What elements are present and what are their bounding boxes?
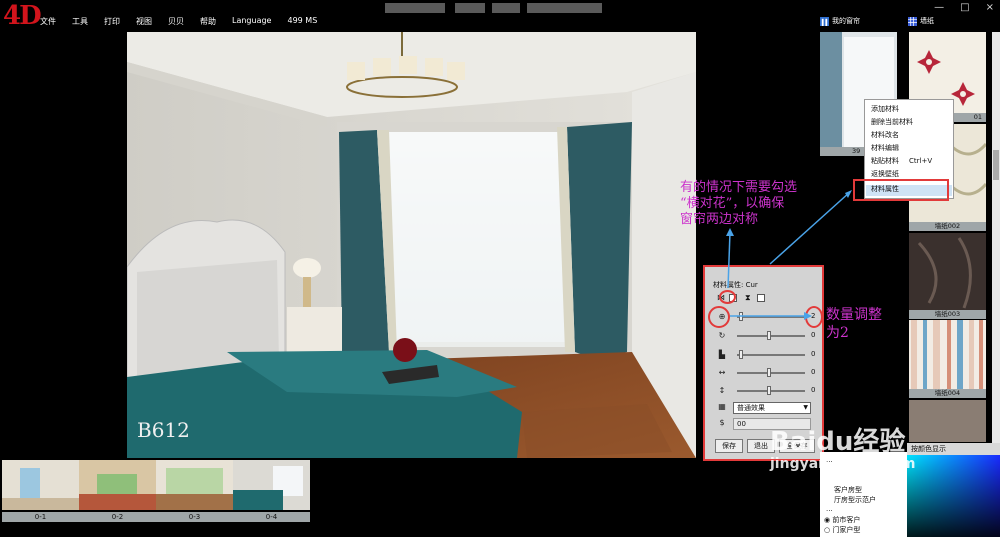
callout-pattern-match: 有的情况下需要勾选 “横对花”，以确保 窗帘两边对称	[680, 180, 815, 228]
baidu-watermark-url: jingyan.baidu.com	[770, 456, 916, 472]
option-item[interactable]: 客户房型	[834, 485, 862, 495]
baidu-watermark: Baidu经验 jingyan.baidu.com	[770, 428, 916, 472]
callout-line: 数量调整	[826, 307, 882, 323]
color-panel-header: 按颜色显示	[907, 443, 1000, 455]
color-picker[interactable]	[907, 455, 1000, 537]
callout-line: “横对花”，以确保	[680, 196, 785, 211]
callout-line: 窗帘两边对称	[680, 212, 759, 227]
callout-quantity: 数量调整 为2	[826, 306, 882, 342]
color-display-panel: 按颜色显示	[907, 443, 1000, 537]
option-radio[interactable]: ○ 门家户型	[824, 525, 860, 535]
radio-icon: ○	[824, 526, 831, 534]
option-item[interactable]: ...	[826, 505, 833, 513]
baidu-watermark-brand: Baidu经验	[770, 427, 906, 457]
callout-line: 有的情况下需要勾选	[680, 180, 798, 195]
radio-icon: ◉	[824, 516, 831, 524]
option-label: 前市客户	[832, 516, 861, 524]
option-label: 门家户型	[832, 526, 861, 534]
option-item[interactable]: 厅房型示范户	[834, 495, 876, 505]
option-radio[interactable]: ◉ 前市客户	[824, 515, 860, 525]
callout-line: 为2	[826, 325, 849, 341]
